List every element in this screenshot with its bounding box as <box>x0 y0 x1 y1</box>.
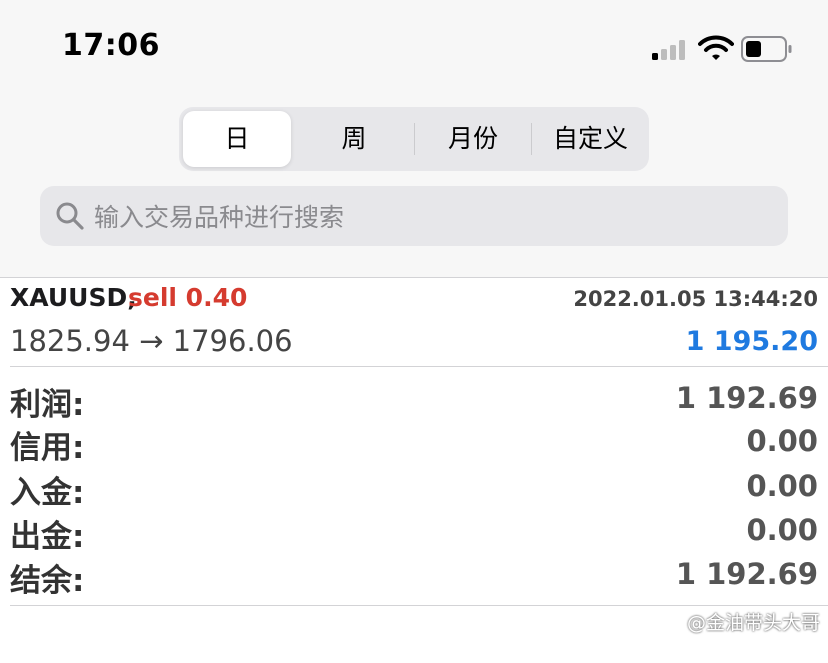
trade-profit: 1 195.20 <box>685 326 818 357</box>
summary-value-deposit: 0.00 <box>746 469 818 503</box>
summary-value-credit: 0.00 <box>746 424 818 458</box>
search-icon <box>56 202 84 230</box>
tab-week[interactable]: 周 <box>295 107 413 171</box>
trade-datetime: 2022.01.05 13:44:20 <box>573 287 818 311</box>
summary-label-deposit: 入金: <box>10 475 85 511</box>
wifi-icon <box>698 35 734 60</box>
trade-prices: 1825.94 → 1796.06 <box>10 324 293 358</box>
summary-value-withdrawal: 0.00 <box>746 513 818 547</box>
divider <box>10 366 828 367</box>
search-bar[interactable] <box>40 186 788 246</box>
tab-day[interactable]: 日 <box>183 111 291 167</box>
tab-custom[interactable]: 自定义 <box>532 107 649 171</box>
search-input[interactable] <box>92 194 776 240</box>
summary-label-credit: 信用: <box>10 430 85 466</box>
status-time: 17:06 <box>62 28 160 63</box>
watermark: @金油带头大哥 <box>686 612 820 634</box>
summary-label-balance: 结余: <box>10 563 85 599</box>
divider <box>0 277 828 278</box>
summary-label-profit: 利润: <box>10 387 85 423</box>
tab-month[interactable]: 月份 <box>415 107 531 171</box>
battery-icon <box>741 36 792 62</box>
summary-value-balance: 1 192.69 <box>675 557 818 591</box>
period-segmented-control: 日 周 月份 自定义 <box>179 107 649 171</box>
cellular-signal-icon <box>652 38 690 60</box>
summary-label-withdrawal: 出金: <box>10 519 85 555</box>
trade-side-volume: sell 0.40 <box>128 283 248 312</box>
trade-symbol: XAUUSD, <box>10 283 137 312</box>
divider <box>10 605 828 606</box>
summary-value-profit: 1 192.69 <box>675 381 818 415</box>
